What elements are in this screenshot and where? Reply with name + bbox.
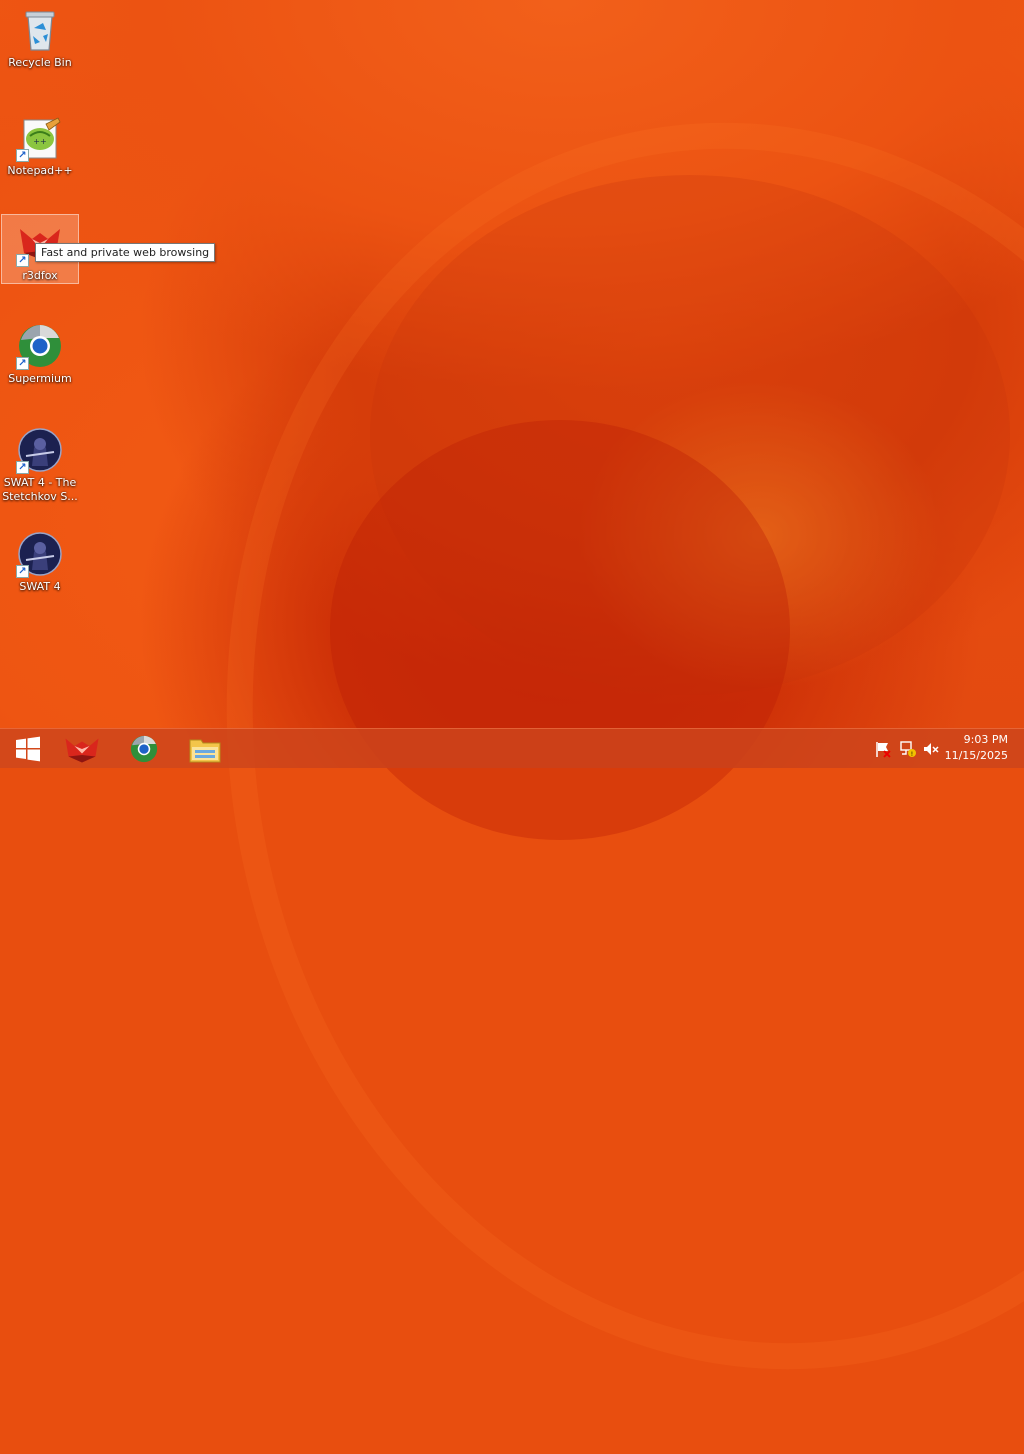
action-center-flag-icon[interactable] xyxy=(874,740,892,758)
shortcut-arrow-icon: ↗ xyxy=(16,461,29,474)
taskbar-r3dfox[interactable] xyxy=(54,729,110,769)
svg-text:!: ! xyxy=(911,751,913,758)
swat4-icon: ↗ xyxy=(16,530,64,578)
taskbar: ! 9:03 PM 11/15/2025 xyxy=(0,728,1024,768)
desktop-icon-supermium[interactable]: ↗ Supermium xyxy=(1,318,79,414)
start-button[interactable] xyxy=(0,729,56,769)
r3dfox-icon xyxy=(65,738,99,763)
volume-muted-icon[interactable] xyxy=(922,740,940,758)
file-explorer-icon xyxy=(189,739,221,763)
shortcut-arrow-icon: ↗ xyxy=(16,149,29,162)
shortcut-arrow-icon: ↗ xyxy=(16,565,29,578)
network-icon[interactable]: ! xyxy=(899,740,917,758)
taskbar-supermium[interactable] xyxy=(116,729,172,769)
clock-time: 9:03 PM xyxy=(963,733,1008,746)
shortcut-arrow-icon: ↗ xyxy=(16,254,29,267)
desktop-icon-label: Recycle Bin xyxy=(8,56,72,69)
shortcut-arrow-icon: ↗ xyxy=(16,357,29,370)
desktop-icon-label: Notepad++ xyxy=(7,164,73,177)
swat4-icon: ↗ xyxy=(16,426,64,474)
desktop-icon-swat4-stetchkov[interactable]: ↗ SWAT 4 - The Stetchkov S... xyxy=(1,422,79,518)
tooltip: Fast and private web browsing xyxy=(35,243,216,262)
wallpaper-swirl xyxy=(330,420,790,840)
desktop-icon-label: SWAT 4 xyxy=(19,580,61,593)
supermium-icon xyxy=(130,735,158,763)
svg-text:++: ++ xyxy=(33,137,46,146)
recycle-bin-icon xyxy=(16,6,64,54)
desktop-icon-recycle-bin[interactable]: Recycle Bin xyxy=(1,2,79,98)
desktop-icon-notepadpp[interactable]: ++ ↗ Notepad++ xyxy=(1,110,79,206)
desktop-wallpaper xyxy=(0,0,1024,1454)
system-clock[interactable]: 9:03 PM 11/15/2025 xyxy=(945,732,1008,764)
taskbar-file-explorer[interactable] xyxy=(177,729,233,769)
desktop-icon-swat4[interactable]: ↗ SWAT 4 xyxy=(1,526,79,622)
desktop-icon-label: Supermium xyxy=(8,372,72,385)
desktop-icon-label: SWAT 4 - The Stetchkov S... xyxy=(2,476,78,503)
notepadpp-icon: ++ ↗ xyxy=(16,114,64,162)
supermium-icon: ↗ xyxy=(16,322,64,370)
desktop-icon-label: r3dfox xyxy=(22,269,58,282)
windows-logo-icon xyxy=(16,736,40,762)
clock-date: 11/15/2025 xyxy=(944,749,1008,762)
